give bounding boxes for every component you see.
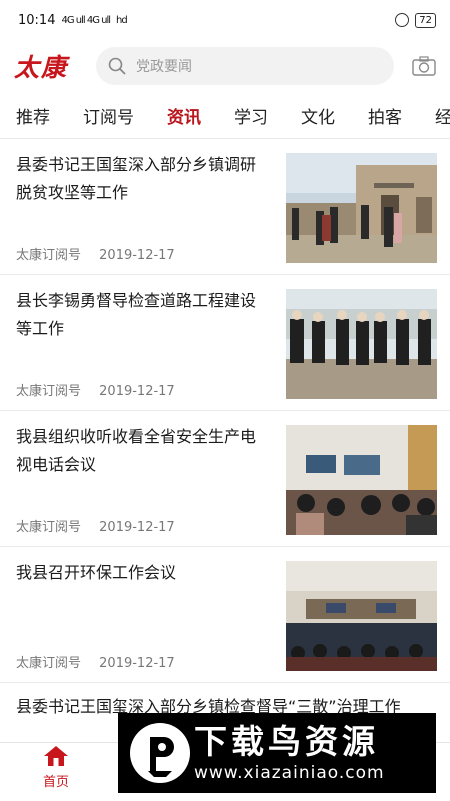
search-input[interactable] bbox=[134, 57, 338, 75]
tab-economy[interactable]: 经济 bbox=[435, 103, 450, 128]
article-thumbnail bbox=[286, 561, 437, 671]
watermark-title: 下载鸟资源 bbox=[194, 722, 379, 761]
article-source: 太康订阅号 bbox=[16, 520, 82, 535]
wifi-icon: hd bbox=[116, 14, 128, 26]
search-bar[interactable] bbox=[96, 47, 394, 85]
article-thumbnail bbox=[286, 289, 437, 399]
home-icon bbox=[44, 746, 68, 766]
camera-icon[interactable] bbox=[412, 56, 436, 76]
article-date: 2019-12-17 bbox=[99, 384, 175, 399]
nav-home-label: 首页 bbox=[42, 775, 69, 790]
signal-icon: 4G ull 4G ull bbox=[61, 14, 111, 26]
article-meta: 太康订阅号 2019-12-17 bbox=[16, 380, 189, 399]
article-meta: 太康订阅号 2019-12-17 bbox=[16, 652, 189, 671]
tab-study[interactable]: 学习 bbox=[234, 103, 268, 128]
article-list: 县委书记王国玺深入部分乡镇调研脱贫攻坚等工作 太康订阅号 2019-12-17 … bbox=[0, 139, 450, 683]
tab-photo[interactable]: 拍客 bbox=[368, 103, 402, 128]
clock: 10:14 bbox=[18, 12, 56, 28]
article-meta: 太康订阅号 2019-12-17 bbox=[16, 516, 189, 535]
article-title: 我县组织收听收看全省安全生产电视电话会议 bbox=[16, 427, 257, 474]
article-thumbnail bbox=[286, 153, 437, 263]
tab-culture[interactable]: 文化 bbox=[301, 103, 335, 128]
watermark-logo bbox=[130, 723, 190, 783]
nav-home[interactable]: 首页 bbox=[28, 745, 84, 790]
app-logo[interactable]: 太康 bbox=[14, 48, 96, 84]
article-meta: 太康订阅号 2019-12-17 bbox=[16, 244, 189, 263]
article-date: 2019-12-17 bbox=[99, 520, 175, 535]
article-item[interactable]: 县委书记王国玺深入部分乡镇调研脱贫攻坚等工作 太康订阅号 2019-12-17 bbox=[0, 139, 450, 275]
article-title: 县长李锡勇督导检查道路工程建设等工作 bbox=[16, 291, 257, 338]
article-source: 太康订阅号 bbox=[16, 656, 82, 671]
article-date: 2019-12-17 bbox=[99, 248, 175, 263]
article-title: 我县召开环保工作会议 bbox=[16, 563, 177, 582]
watermark-url: www.xiazainiao.com bbox=[194, 763, 385, 783]
tab-recommend[interactable]: 推荐 bbox=[16, 103, 50, 128]
article-thumbnail bbox=[286, 425, 437, 535]
article-item[interactable]: 我县召开环保工作会议 太康订阅号 2019-12-17 bbox=[0, 547, 450, 683]
article-source: 太康订阅号 bbox=[16, 248, 82, 263]
category-tabs: 推荐 订阅号 资讯 学习 文化 拍客 经济 bbox=[0, 92, 450, 139]
article-date: 2019-12-17 bbox=[99, 656, 175, 671]
status-bar: 10:14 4G ull 4G ull hd 72 bbox=[0, 0, 450, 40]
rotation-lock-icon bbox=[395, 13, 410, 27]
article-item[interactable]: 我县组织收听收看全省安全生产电视电话会议 太康订阅号 2019-12-17 bbox=[0, 411, 450, 547]
watermark-banner: 下载鸟资源 www.xiazainiao.com bbox=[118, 713, 436, 793]
app-header: 太康 bbox=[0, 40, 450, 92]
tab-news[interactable]: 资讯 bbox=[167, 103, 201, 128]
battery-icon: 72 bbox=[415, 12, 436, 28]
article-source: 太康订阅号 bbox=[16, 384, 82, 399]
search-icon bbox=[108, 57, 126, 75]
tab-subscriptions[interactable]: 订阅号 bbox=[83, 103, 134, 128]
article-item[interactable]: 县长李锡勇督导检查道路工程建设等工作 太康订阅号 2019-12-17 bbox=[0, 275, 450, 411]
article-title: 县委书记王国玺深入部分乡镇调研脱贫攻坚等工作 bbox=[16, 155, 257, 202]
